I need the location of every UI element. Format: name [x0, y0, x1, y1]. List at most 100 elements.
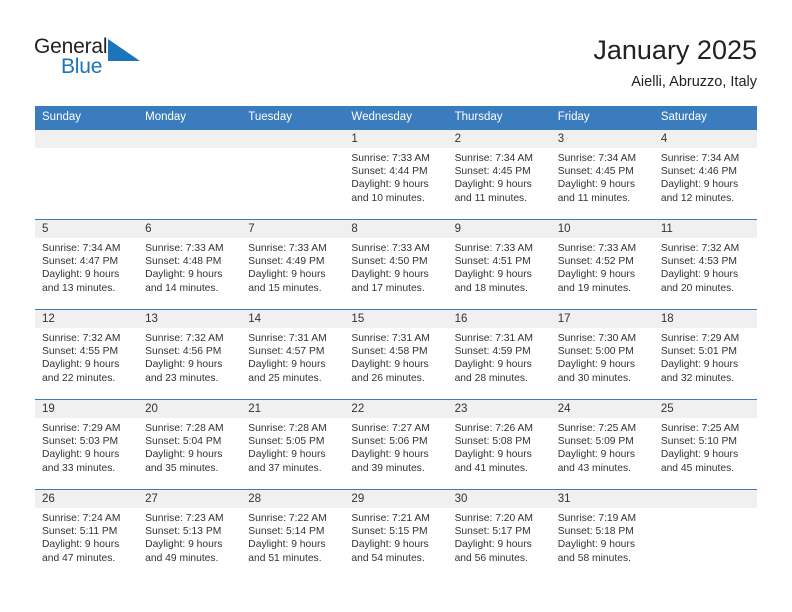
calendar-day-cell[interactable]: 21 Sunrise: 7:28 AM Sunset: 5:05 PM Dayligh…	[241, 399, 345, 490]
calendar-day-cell[interactable]: 9 Sunrise: 7:33 AM Sunset: 4:51 PM Daylight…	[447, 219, 551, 310]
calendar-day-cell[interactable]: 29 Sunrise: 7:21 AM Sunset: 5:15 PM Dayligh…	[344, 489, 448, 580]
calendar-day-cell[interactable]: 8 Sunrise: 7:33 AM Sunset: 4:50 PM Daylight…	[344, 219, 448, 310]
calendar-body: 1 Sunrise: 7:33 AM Sunset: 4:44 PM Daylight…	[35, 129, 757, 580]
sunrise-text: Sunrise: 7:31 AM	[248, 333, 327, 344]
sunset-text: Sunset: 4:56 PM	[145, 346, 222, 358]
calendar-day-cell[interactable]: 3 Sunrise: 7:34 AM Sunset: 4:45 PM Daylight…	[550, 129, 654, 220]
daylight-text-line2: and 39 minutes.	[351, 462, 425, 474]
calendar-day-cell[interactable]: 19 Sunrise: 7:29 AM Sunset: 5:03 PM Dayligh…	[35, 399, 139, 490]
daylight-text-line1: Daylight: 9 hours	[454, 449, 532, 461]
sunset-text: Sunset: 5:14 PM	[248, 526, 325, 538]
calendar-day-cell[interactable]	[35, 129, 139, 220]
sunrise-text: Sunrise: 7:33 AM	[248, 243, 327, 254]
calendar-day-cell[interactable]: 10 Sunrise: 7:33 AM Sunset: 4:52 PM Dayligh…	[550, 219, 654, 310]
calendar-day-cell[interactable]: 2 Sunrise: 7:34 AM Sunset: 4:45 PM Daylight…	[447, 129, 551, 220]
day-number: 9	[447, 220, 551, 238]
daylight-text-line2: and 28 minutes.	[454, 372, 528, 384]
calendar-day-cell[interactable]: 12 Sunrise: 7:32 AM Sunset: 4:55 PM Dayligh…	[35, 309, 139, 400]
calendar-day-cell[interactable]: 5 Sunrise: 7:34 AM Sunset: 4:47 PM Daylight…	[35, 219, 139, 310]
calendar-day-cell[interactable]	[653, 489, 757, 580]
calendar-day-cell[interactable]: 7 Sunrise: 7:33 AM Sunset: 4:49 PM Daylight…	[241, 219, 345, 310]
sunrise-text: Sunrise: 7:32 AM	[42, 333, 121, 344]
daylight-text-line1: Daylight: 9 hours	[42, 269, 120, 281]
calendar-day-cell[interactable]: 20 Sunrise: 7:28 AM Sunset: 5:04 PM Dayligh…	[138, 399, 242, 490]
day-number: 6	[138, 220, 242, 238]
day-number: 7	[241, 220, 345, 238]
calendar-day-cell[interactable]: 28 Sunrise: 7:22 AM Sunset: 5:14 PM Dayligh…	[241, 489, 345, 580]
calendar-day-cell[interactable]: 31 Sunrise: 7:19 AM Sunset: 5:18 PM Dayligh…	[550, 489, 654, 580]
calendar-day-cell[interactable]: 1 Sunrise: 7:33 AM Sunset: 4:44 PM Daylight…	[344, 129, 448, 220]
calendar-day-cell[interactable]: 17 Sunrise: 7:30 AM Sunset: 5:00 PM Dayligh…	[550, 309, 654, 400]
sunset-text: Sunset: 4:58 PM	[351, 346, 428, 358]
calendar-day-cell[interactable]: 24 Sunrise: 7:25 AM Sunset: 5:09 PM Dayligh…	[550, 399, 654, 490]
daylight-text-line1: Daylight: 9 hours	[248, 539, 326, 551]
calendar-day-cell[interactable]: 27 Sunrise: 7:23 AM Sunset: 5:13 PM Dayligh…	[138, 489, 242, 580]
sunset-text: Sunset: 5:13 PM	[145, 526, 222, 538]
calendar-day-cell[interactable]	[241, 129, 345, 220]
calendar-day-cell[interactable]: 15 Sunrise: 7:31 AM Sunset: 4:58 PM Dayligh…	[344, 309, 448, 400]
daylight-text-line1: Daylight: 9 hours	[145, 359, 223, 371]
daylight-text-line1: Daylight: 9 hours	[454, 179, 532, 191]
calendar-day-cell[interactable]: 11 Sunrise: 7:32 AM Sunset: 4:53 PM Dayligh…	[653, 219, 757, 310]
daylight-text-line2: and 47 minutes.	[42, 552, 116, 564]
day-number: 29	[344, 490, 448, 508]
calendar-day-cell[interactable]: 25 Sunrise: 7:25 AM Sunset: 5:10 PM Dayligh…	[653, 399, 757, 490]
calendar-day-cell[interactable]: 16 Sunrise: 7:31 AM Sunset: 4:59 PM Dayligh…	[447, 309, 551, 400]
sunset-text: Sunset: 4:44 PM	[351, 166, 428, 178]
day-number: 24	[550, 400, 654, 418]
sunrise-text: Sunrise: 7:33 AM	[145, 243, 224, 254]
calendar-day-cell[interactable]: 18 Sunrise: 7:29 AM Sunset: 5:01 PM Dayligh…	[653, 309, 757, 400]
calendar-day-cell[interactable]: 13 Sunrise: 7:32 AM Sunset: 4:56 PM Dayligh…	[138, 309, 242, 400]
sunset-text: Sunset: 4:53 PM	[660, 256, 737, 268]
calendar-day-cell[interactable]: 6 Sunrise: 7:33 AM Sunset: 4:48 PM Daylight…	[138, 219, 242, 310]
calendar-day-cell[interactable]: 23 Sunrise: 7:26 AM Sunset: 5:08 PM Dayligh…	[447, 399, 551, 490]
calendar-day-cell[interactable]: 30 Sunrise: 7:20 AM Sunset: 5:17 PM Dayligh…	[447, 489, 551, 580]
daylight-text-line2: and 20 minutes.	[660, 282, 735, 294]
sunrise-text: Sunrise: 7:31 AM	[351, 333, 430, 344]
sunrise-text: Sunrise: 7:28 AM	[248, 423, 327, 434]
location-subtitle: Aielli, Abruzzo, Italy	[631, 74, 757, 90]
day-number: 4	[653, 130, 757, 148]
daylight-text-line2: and 13 minutes.	[42, 282, 116, 294]
general-blue-logo[interactable]: General Blue	[34, 36, 154, 82]
sunset-text: Sunset: 5:08 PM	[454, 436, 531, 448]
weekday-header-monday: Monday	[138, 106, 242, 130]
day-number: 31	[550, 490, 654, 508]
page-title: January 2025	[593, 35, 757, 65]
sunset-text: Sunset: 4:50 PM	[351, 256, 428, 268]
weekday-header-friday: Friday	[550, 106, 654, 130]
day-number: 17	[550, 310, 654, 328]
page-header: General Blue January 2025 Aielli, Abruzz…	[0, 0, 792, 100]
day-number: 30	[447, 490, 551, 508]
calendar-day-cell[interactable]	[138, 129, 242, 220]
sunrise-text: Sunrise: 7:23 AM	[145, 513, 224, 524]
sunrise-text: Sunrise: 7:30 AM	[557, 333, 637, 344]
daylight-text-line2: and 23 minutes.	[145, 372, 219, 384]
calendar-day-cell[interactable]: 4 Sunrise: 7:34 AM Sunset: 4:46 PM Daylight…	[653, 129, 757, 220]
sunrise-text: Sunrise: 7:33 AM	[557, 243, 637, 254]
daylight-text-line2: and 49 minutes.	[145, 552, 219, 564]
sunrise-text: Sunrise: 7:32 AM	[660, 243, 740, 254]
daylight-text-line1: Daylight: 9 hours	[454, 539, 532, 551]
daylight-text-line1: Daylight: 9 hours	[145, 449, 223, 461]
sunset-text: Sunset: 4:51 PM	[454, 256, 531, 268]
weekday-header-saturday: Saturday	[653, 106, 757, 130]
daylight-text-line2: and 10 minutes.	[351, 192, 425, 204]
daylight-text-line1: Daylight: 9 hours	[557, 269, 635, 281]
day-number: 28	[241, 490, 345, 508]
sunset-text: Sunset: 4:55 PM	[42, 346, 119, 358]
calendar-day-cell[interactable]: 22 Sunrise: 7:27 AM Sunset: 5:06 PM Dayligh…	[344, 399, 448, 490]
calendar-day-cell[interactable]: 26 Sunrise: 7:24 AM Sunset: 5:11 PM Dayligh…	[35, 489, 139, 580]
sunset-text: Sunset: 4:45 PM	[557, 166, 634, 178]
day-number: 16	[447, 310, 551, 328]
sunrise-text: Sunrise: 7:25 AM	[557, 423, 637, 434]
day-number: 15	[344, 310, 448, 328]
daylight-text-line1: Daylight: 9 hours	[660, 179, 739, 191]
sunrise-text: Sunrise: 7:27 AM	[351, 423, 430, 434]
calendar-day-cell[interactable]: 14 Sunrise: 7:31 AM Sunset: 4:57 PM Dayligh…	[241, 309, 345, 400]
sunrise-text: Sunrise: 7:32 AM	[145, 333, 224, 344]
sunset-text: Sunset: 4:48 PM	[145, 256, 222, 268]
daylight-text-line1: Daylight: 9 hours	[248, 269, 326, 281]
daylight-text-line2: and 33 minutes.	[42, 462, 116, 474]
daylight-text-line1: Daylight: 9 hours	[454, 359, 532, 371]
